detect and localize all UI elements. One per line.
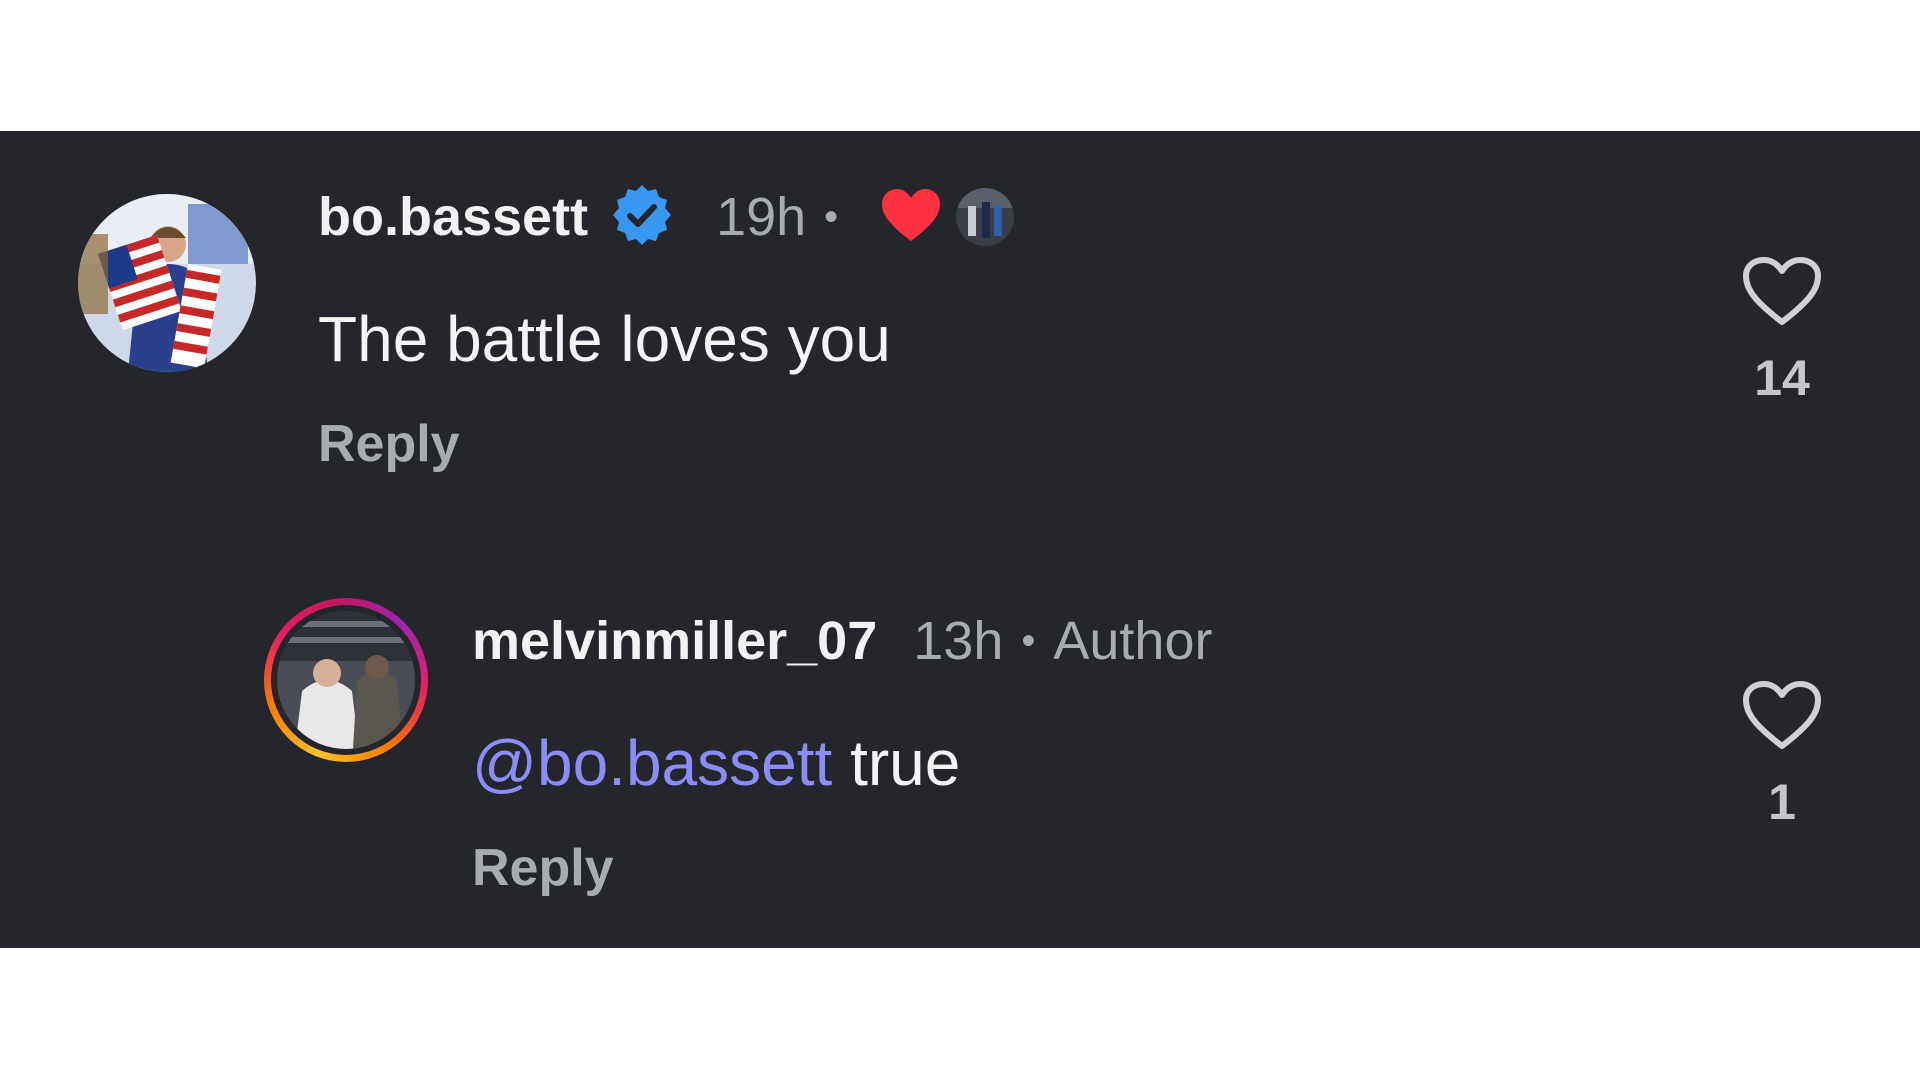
like-column: 1 [1722, 680, 1842, 831]
avatar-bo-bassett[interactable] [78, 194, 256, 372]
reply-button[interactable]: Reply [318, 414, 460, 474]
like-heart-icon[interactable] [1722, 256, 1842, 331]
reply-body: true [850, 727, 961, 799]
separator-dot: • [824, 194, 839, 239]
like-column: 14 [1722, 256, 1842, 407]
timestamp: 13h [913, 611, 1004, 671]
reply-header: melvinmiller_07 13h • Author [472, 604, 1212, 678]
like-heart-icon[interactable] [1722, 680, 1842, 755]
reply-text: @bo.bassett true [472, 726, 960, 800]
separator-dot: • [1021, 618, 1036, 663]
reply-button[interactable]: Reply [472, 838, 614, 898]
like-count: 14 [1754, 350, 1810, 406]
timestamp: 19h [716, 187, 807, 247]
mention-link[interactable]: @bo.bassett [472, 727, 832, 799]
comment-header: bo.bassett 19h • [318, 180, 1015, 254]
creator-avatar-small [956, 188, 1015, 246]
verified-badge-icon [610, 183, 674, 252]
author-label: Author [1053, 611, 1213, 671]
username[interactable]: bo.bassett [318, 186, 588, 248]
avatar-melvinmiller[interactable] [271, 605, 421, 755]
comment-text: The battle loves you [318, 303, 891, 375]
username[interactable]: melvinmiller_07 [472, 610, 877, 672]
creator-liked-heart-icon [880, 187, 942, 248]
like-count: 1 [1768, 774, 1796, 830]
